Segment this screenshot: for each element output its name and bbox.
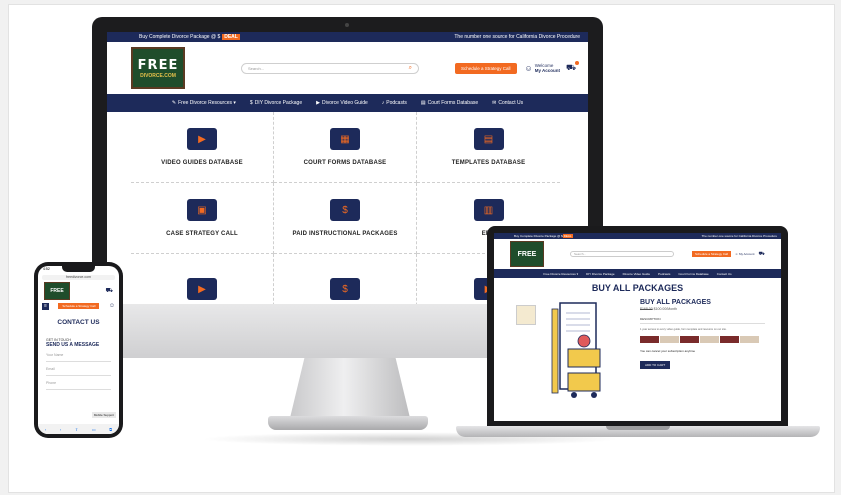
cart-icon[interactable]: ⛟ — [105, 287, 113, 295]
laptop: Buy Complete Divorce Package @ $DEAL The… — [487, 226, 788, 426]
site-logo[interactable]: FREE — [510, 241, 544, 267]
grid-item-templates[interactable]: ▤ TEMPLATES DATABASE — [417, 112, 560, 183]
product-section: BUY ALL PACKAGES $168.00 $100.00/Month D… — [494, 299, 781, 403]
search-icon[interactable]: ⌕ — [409, 65, 412, 72]
tagline: The number one source for California Div… — [454, 34, 580, 40]
cart-badge — [575, 61, 580, 65]
browser-toolbar: ‹ › ⇪ ▭ ⧉ — [38, 424, 119, 434]
grid-item-strategy-call[interactable]: ▣ CASE STRATEGY CALL — [131, 183, 274, 254]
templates-icon: ▤ — [473, 128, 504, 150]
url-bar[interactable]: freedivorce.com — [42, 275, 115, 280]
user-icon: ☺ — [735, 252, 739, 256]
video-icon: ▶ — [316, 100, 320, 106]
back-icon[interactable]: ‹ — [45, 427, 46, 432]
name-field[interactable]: Your Name — [46, 350, 111, 362]
send-message-heading: SEND US A MESSAGE — [46, 342, 100, 348]
phone-field[interactable]: Phone — [46, 378, 111, 390]
schedule-call-button[interactable]: Schedule a Strategy Call — [58, 303, 100, 309]
tab-description[interactable]: DESCRIPTION — [640, 317, 765, 324]
schedule-call-button[interactable]: Schedule a Strategy Call — [455, 62, 517, 74]
my-account-link[interactable]: ☺ Welcome My Account — [525, 63, 561, 73]
microphone-icon: ♪ — [381, 100, 385, 106]
laptop-nav: Free Divorce Resources ▾ DIY Divorce Pac… — [494, 269, 781, 278]
search-input[interactable]: Search... — [570, 251, 674, 257]
site-header: FREE DIVORCE.COM Search... ⌕ Schedule a … — [107, 42, 588, 94]
grid-item-paid-packages[interactable]: $ PAID INSTRUCTIONAL PACKAGES — [274, 183, 417, 254]
pen-icon: ✎ — [171, 100, 177, 106]
nav-item-contact[interactable]: ✉ Contact Us — [492, 100, 523, 106]
laptop-screen: Buy Complete Divorce Package @ $DEAL The… — [494, 233, 781, 421]
page-title: BUY ALL PACKAGES — [591, 283, 684, 293]
add-to-cart-button[interactable]: ADD TO CART — [640, 361, 671, 369]
nav-item-contact[interactable]: Contact Us — [717, 272, 732, 276]
hamburger-menu-icon[interactable]: ≡ — [42, 302, 49, 310]
monitor-foot — [268, 416, 428, 430]
calendar-icon: ▣ — [187, 199, 217, 221]
nav-item-free-resources[interactable]: Free Divorce Resources ▾ — [543, 272, 578, 276]
user-icon[interactable]: ☺ — [109, 303, 115, 309]
camera-dot — [345, 23, 349, 27]
phone-notch — [62, 266, 95, 272]
user-icon: ☺ — [524, 63, 533, 73]
money-icon: $ — [330, 278, 360, 300]
play-icon: ▶ — [187, 278, 217, 300]
money-icon: $ — [330, 199, 360, 221]
nav-item-podcasts[interactable]: Podcasts — [658, 272, 670, 276]
bookmarks-icon[interactable]: ▭ — [92, 427, 96, 432]
laptop-header: FREE Search... Schedule a Strategy Call … — [494, 239, 781, 269]
dollar-icon: $ — [249, 100, 253, 106]
phone-screen: 4:52 freedivorce.com FREE ⛟ ≡ Schedule a… — [38, 266, 119, 434]
nav-item-podcasts[interactable]: ♪ Podcasts — [382, 100, 407, 106]
grid-item-video-guides[interactable]: ▶ VIDEO GUIDES DATABASE — [131, 112, 274, 183]
nav-item-video-guide[interactable]: ▶ Divorce Video Guide — [316, 100, 368, 106]
nav-item-diy-package[interactable]: DIY Divorce Package — [586, 272, 614, 276]
package-preview-strip — [640, 336, 765, 343]
monitor-stand — [290, 358, 410, 418]
page-title: CONTACT US — [57, 319, 100, 326]
play-icon: ▶ — [187, 128, 217, 150]
promo-text[interactable]: Buy Complete Divorce Package @ $ DEAL — [139, 34, 240, 40]
nav-item-court-forms[interactable]: ▤ Court Forms Database — [421, 100, 478, 106]
envelope-icon: ✉ — [492, 100, 497, 106]
nav-item-court-forms[interactable]: Court Forms Database — [678, 272, 708, 276]
main-nav: ✎ Free Divorce Resources ▾ $ DIY Divorce P… — [107, 94, 588, 112]
forward-icon[interactable]: › — [60, 427, 61, 432]
site-logo[interactable]: FREE DIVORCE.COM — [131, 47, 185, 89]
product-title: BUY ALL PACKAGES — [640, 299, 711, 306]
share-icon[interactable]: ⇪ — [75, 427, 78, 432]
product-description: 1 year access to every video guide, form… — [640, 328, 727, 331]
tabs-icon[interactable]: ⧉ — [109, 427, 112, 432]
promo-topbar: Buy Complete Divorce Package @ $ DEAL The… — [107, 32, 588, 42]
nav-item-free-resources[interactable]: ✎ Free Divorce Resources ▾ — [172, 100, 236, 106]
my-account-link[interactable]: ☺ My Account — [735, 252, 754, 256]
cancel-note: You can cancel your subscription anytime — [640, 349, 696, 353]
cart-icon[interactable]: ⛟ — [758, 251, 764, 258]
book-icon: ▥ — [473, 199, 504, 221]
nav-item-diy-package[interactable]: $ DIY Divorce Package — [250, 100, 302, 106]
search-input[interactable]: Search... ⌕ — [241, 62, 419, 74]
phone-header: FREE ⛟ — [38, 281, 119, 301]
laptop-notch — [606, 426, 670, 430]
email-field[interactable]: Email — [46, 364, 111, 376]
phone: 4:52 freedivorce.com FREE ⛟ ≡ Schedule a… — [34, 262, 123, 438]
database-icon: ▤ — [420, 100, 426, 106]
product-info: BUY ALL PACKAGES $168.00 $100.00/Month D… — [640, 299, 765, 403]
grid-item-court-forms[interactable]: ▦ COURT FORMS DATABASE — [274, 112, 417, 183]
folder-icon: ▦ — [330, 128, 360, 150]
mobile-support-button[interactable]: Mobile Support — [91, 412, 116, 418]
deal-badge[interactable]: DEAL — [222, 34, 240, 40]
product-price: $168.00 $100.00/Month — [640, 307, 677, 311]
product-illustration — [546, 299, 618, 403]
schedule-call-button[interactable]: Schedule a Strategy Call — [692, 251, 732, 257]
cart-icon[interactable]: ⛟ — [566, 61, 580, 73]
product-thumbnail[interactable] — [516, 305, 536, 325]
nav-item-video-guide[interactable]: Divorce Video Guide — [623, 272, 650, 276]
phone-toolbar: ≡ Schedule a Strategy Call ☺ — [38, 301, 119, 311]
site-logo[interactable]: FREE — [44, 282, 70, 300]
